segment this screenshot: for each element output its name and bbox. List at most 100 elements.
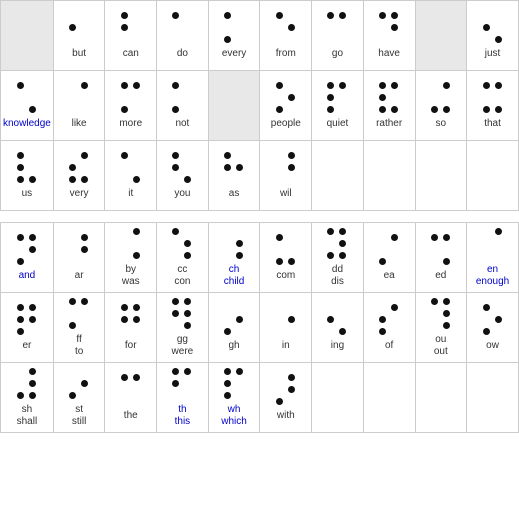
cell-label: dd dis (331, 264, 344, 288)
cell-label: ed (435, 270, 446, 282)
braille-cell: people (260, 71, 312, 141)
braille-cell (1, 1, 54, 71)
gap-cell (1, 211, 54, 223)
gap-cell (312, 211, 364, 223)
cell-label: very (70, 188, 89, 200)
cell-label: wh which (221, 404, 247, 428)
braille-cell: th this (157, 363, 209, 433)
braille-cell (208, 71, 260, 141)
braille-cell: more (105, 71, 157, 141)
braille-cell (312, 141, 364, 211)
braille-cell (467, 141, 519, 211)
braille-cell: quiet (312, 71, 364, 141)
braille-cell: as (208, 141, 260, 211)
cell-label: er (22, 340, 31, 352)
braille-cell (415, 363, 467, 433)
braille-cell: en enough (467, 223, 519, 293)
cell-label: and (19, 270, 36, 282)
gap-cell (260, 211, 312, 223)
cell-label: cc con (174, 264, 190, 288)
braille-cell: ed (415, 223, 467, 293)
cell-label: more (119, 118, 142, 130)
braille-cell: ff to (53, 293, 105, 363)
cell-label: of (385, 340, 393, 352)
cell-label: so (436, 118, 447, 130)
braille-cell: very (53, 141, 105, 211)
gap-cell (208, 211, 260, 223)
cell-label: can (123, 48, 139, 60)
braille-cell: so (415, 71, 467, 141)
braille-cell: with (260, 363, 312, 433)
cell-label: with (277, 410, 295, 422)
cell-label: th this (175, 404, 191, 428)
braille-cell (415, 141, 467, 211)
braille-cell (363, 141, 415, 211)
braille-cell: ea (363, 223, 415, 293)
braille-cell: ar (53, 223, 105, 293)
braille-cell: by was (105, 223, 157, 293)
braille-cell: com (260, 223, 312, 293)
cell-label: knowledge (3, 118, 51, 130)
cell-label: ar (75, 270, 84, 282)
braille-cell: ou out (415, 293, 467, 363)
cell-label: ch child (224, 264, 245, 288)
cell-label: just (485, 48, 501, 60)
braille-cell: just (467, 1, 519, 71)
braille-cell (467, 363, 519, 433)
braille-cell: do (157, 1, 209, 71)
cell-label: ing (331, 340, 344, 352)
cell-label: com (276, 270, 295, 282)
braille-cell: of (363, 293, 415, 363)
cell-label: us (22, 188, 33, 200)
braille-cell: you (157, 141, 209, 211)
cell-label: people (271, 118, 301, 130)
braille-cell: wh which (208, 363, 260, 433)
braille-cell (415, 1, 467, 71)
cell-label: not (175, 118, 189, 130)
cell-label: ou out (434, 334, 448, 358)
braille-cell: but (53, 1, 105, 71)
cell-label: the (124, 410, 138, 422)
cell-label: ea (384, 270, 395, 282)
braille-cell: rather (363, 71, 415, 141)
cell-label: it (128, 188, 133, 200)
cell-label: that (484, 118, 501, 130)
cell-label: gh (229, 340, 240, 352)
gap-cell (415, 211, 467, 223)
braille-cell (312, 363, 364, 433)
braille-cell: er (1, 293, 54, 363)
cell-label: wil (280, 188, 292, 200)
braille-cell: it (105, 141, 157, 211)
cell-label: do (177, 48, 188, 60)
cell-label: by was (122, 264, 140, 288)
cell-label: quiet (327, 118, 349, 130)
cell-label: gg were (172, 334, 194, 358)
cell-label: for (125, 340, 137, 352)
braille-cell: have (363, 1, 415, 71)
cell-label: every (222, 48, 246, 60)
braille-cell: ch child (208, 223, 260, 293)
braille-cell: gh (208, 293, 260, 363)
gap-cell (363, 211, 415, 223)
braille-cell: ing (312, 293, 364, 363)
braille-cell: in (260, 293, 312, 363)
braille-cell: like (53, 71, 105, 141)
braille-cell: us (1, 141, 54, 211)
braille-cell (363, 363, 415, 433)
braille-cell: the (105, 363, 157, 433)
braille-cell: dd dis (312, 223, 364, 293)
braille-cell: not (157, 71, 209, 141)
braille-cell: that (467, 71, 519, 141)
gap-cell (467, 211, 519, 223)
cell-label: but (72, 48, 86, 60)
cell-label: en enough (476, 264, 509, 288)
cell-label: st still (72, 404, 86, 428)
braille-cell: for (105, 293, 157, 363)
cell-label: you (174, 188, 190, 200)
cell-label: from (276, 48, 296, 60)
gap-cell (53, 211, 105, 223)
braille-cell: knowledge (1, 71, 54, 141)
braille-cell: go (312, 1, 364, 71)
cell-label: go (332, 48, 343, 60)
braille-cell: ow (467, 293, 519, 363)
